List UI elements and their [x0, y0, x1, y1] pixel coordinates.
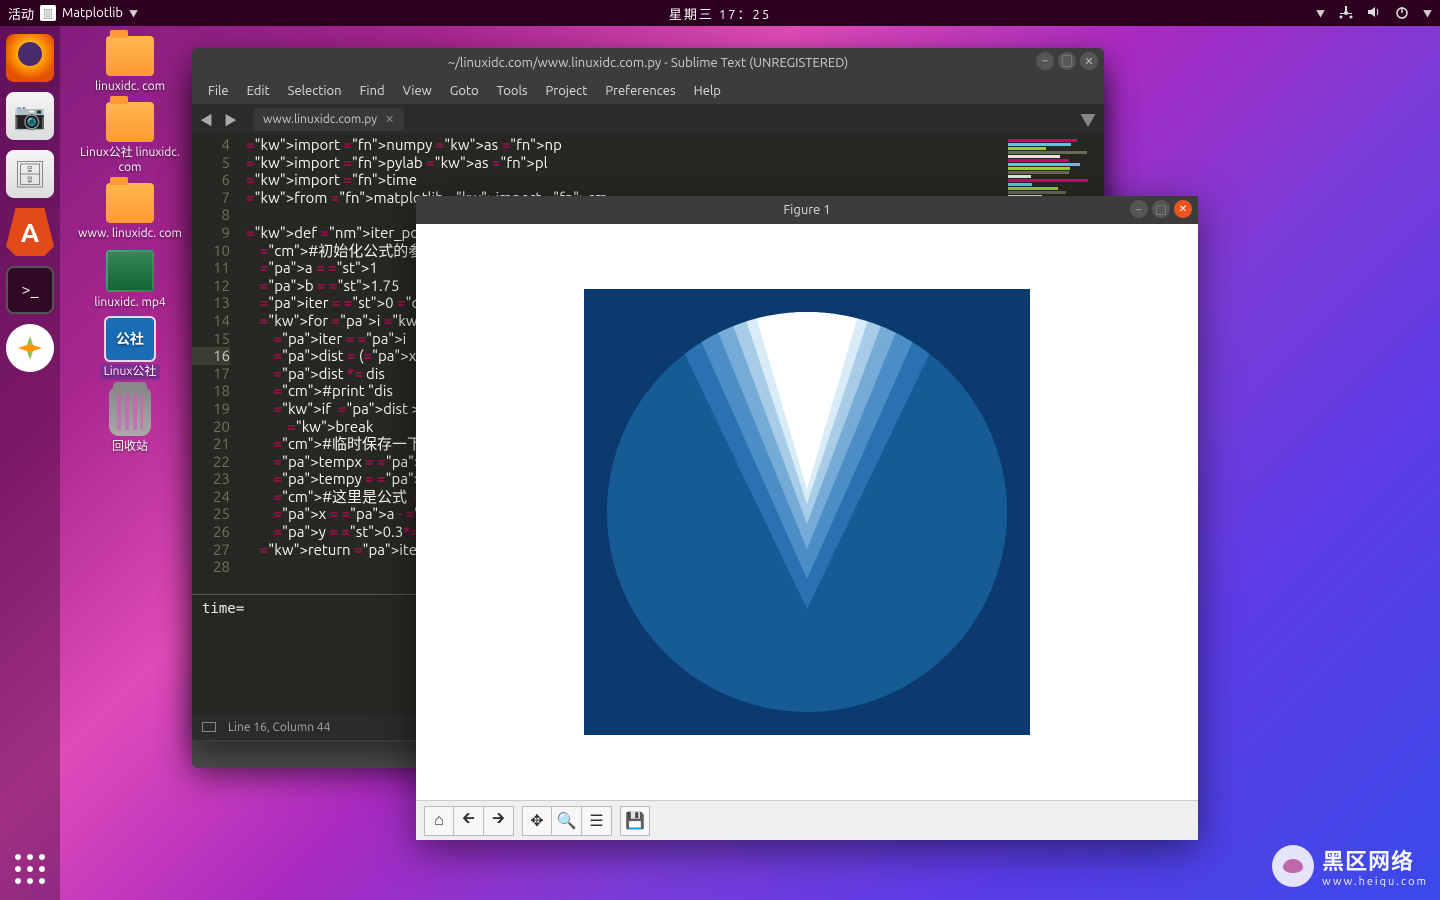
fig-maximize-button[interactable]: ▢ [1152, 200, 1170, 218]
status-text: Line 16, Column 44 [228, 721, 330, 734]
dock-files-icon[interactable]: 🗄 [6, 150, 54, 198]
sublime-titlebar[interactable]: ~/linuxidc.com/www.linuxidc.com.py - Sub… [192, 48, 1104, 78]
back-button[interactable]: 🡰 [454, 806, 484, 836]
activities-button[interactable]: 活动 [8, 4, 34, 23]
dock-camera-icon[interactable]: 📷 [6, 92, 54, 140]
plot-image [584, 289, 1030, 735]
figure-titlebar[interactable]: Figure 1 – ▢ ✕ [416, 196, 1198, 224]
maximize-button[interactable]: ▢ [1058, 52, 1076, 70]
home-button[interactable]: ⌂ [424, 806, 454, 836]
close-button[interactable]: ✕ [1080, 52, 1098, 70]
dock-software-icon[interactable] [6, 208, 54, 256]
system-chevron-icon[interactable]: ▼ [1423, 7, 1432, 20]
menu-preferences[interactable]: Preferences [597, 82, 683, 100]
matplotlib-app-icon: ▥ [40, 5, 56, 21]
menu-tools[interactable]: Tools [489, 82, 536, 100]
menu-selection[interactable]: Selection [280, 82, 350, 100]
menu-goto[interactable]: Goto [442, 82, 487, 100]
menu-view[interactable]: View [395, 82, 440, 100]
save-button[interactable]: 💾 [620, 806, 650, 836]
configure-button[interactable]: ☰ [582, 806, 612, 836]
matplotlib-figure-window: Figure 1 – ▢ ✕ [416, 196, 1198, 840]
menu-edit[interactable]: Edit [239, 82, 278, 100]
desktop-folder[interactable]: www. linuxidc. com [70, 183, 190, 241]
desktop-icons: linuxidc. com Linux公社 linuxidc. com www.… [70, 36, 190, 455]
menu-find[interactable]: Find [352, 82, 393, 100]
fig-close-button[interactable]: ✕ [1174, 200, 1192, 218]
pan-button[interactable]: ✥ [522, 806, 552, 836]
fig-minimize-button[interactable]: – [1130, 200, 1148, 218]
desktop-shortcut[interactable]: 公社Linux公社 [70, 318, 190, 380]
minimize-button[interactable]: – [1036, 52, 1054, 70]
dock-firefox-icon[interactable] [6, 34, 54, 82]
panel-toggle-icon[interactable] [202, 722, 216, 732]
menubar: File Edit Selection Find View Goto Tools… [192, 78, 1104, 104]
figure-toolbar: ⌂ 🡰 🡲 ✥ 🔍 ☰ 💾 [416, 800, 1198, 840]
top-panel: 活动 ▥ Matplotlib ▼ 星期三 17：25 ▼ ▼ [0, 0, 1440, 26]
menu-file[interactable]: File [200, 82, 237, 100]
app-menu-label[interactable]: Matplotlib [62, 6, 123, 20]
menu-help[interactable]: Help [686, 82, 729, 100]
tab-close-icon[interactable]: ✕ [385, 113, 394, 126]
indicator-chevron-icon[interactable]: ▼ [1316, 7, 1325, 20]
nav-back-forward-icon[interactable]: ◀ ▶ [200, 110, 241, 129]
volume-icon[interactable] [1367, 5, 1381, 22]
dock-terminal-icon[interactable]: >_ [6, 266, 54, 314]
figure-canvas [416, 224, 1198, 800]
chevron-down-icon[interactable]: ▼ [129, 7, 138, 20]
desktop-folder[interactable]: Linux公社 linuxidc. com [70, 102, 190, 175]
figure-title: Figure 1 [783, 203, 830, 217]
menu-project[interactable]: Project [538, 82, 596, 100]
sublime-title: ~/linuxidc.com/www.linuxidc.com.py - Sub… [448, 56, 848, 70]
dock-help-icon[interactable] [6, 324, 54, 372]
watermark-logo-icon [1272, 845, 1314, 887]
clock[interactable]: 星期三 17：25 [669, 4, 771, 23]
power-icon[interactable] [1395, 5, 1409, 22]
tab-dropdown-icon[interactable]: ▼ [1080, 107, 1096, 131]
desktop-folder[interactable]: linuxidc. com [70, 36, 190, 94]
desktop-trash[interactable]: 回收站 [70, 388, 190, 454]
tabstrip: ◀ ▶ www.linuxidc.com.py✕ ▼ [192, 104, 1104, 134]
dock: 📷 🗄 ◆ >_ [0, 26, 60, 900]
line-gutter: 4567891011121314151617181920212223242526… [192, 134, 240, 594]
network-icon[interactable] [1339, 5, 1353, 22]
zoom-button[interactable]: 🔍 [552, 806, 582, 836]
forward-button[interactable]: 🡲 [484, 806, 514, 836]
watermark: 黑区网络www.heiqu.com [1272, 844, 1428, 888]
editor-tab[interactable]: www.linuxidc.com.py✕ [253, 108, 404, 131]
show-apps-button[interactable] [15, 854, 45, 884]
desktop-video[interactable]: linuxidc. mp4 [70, 250, 190, 310]
